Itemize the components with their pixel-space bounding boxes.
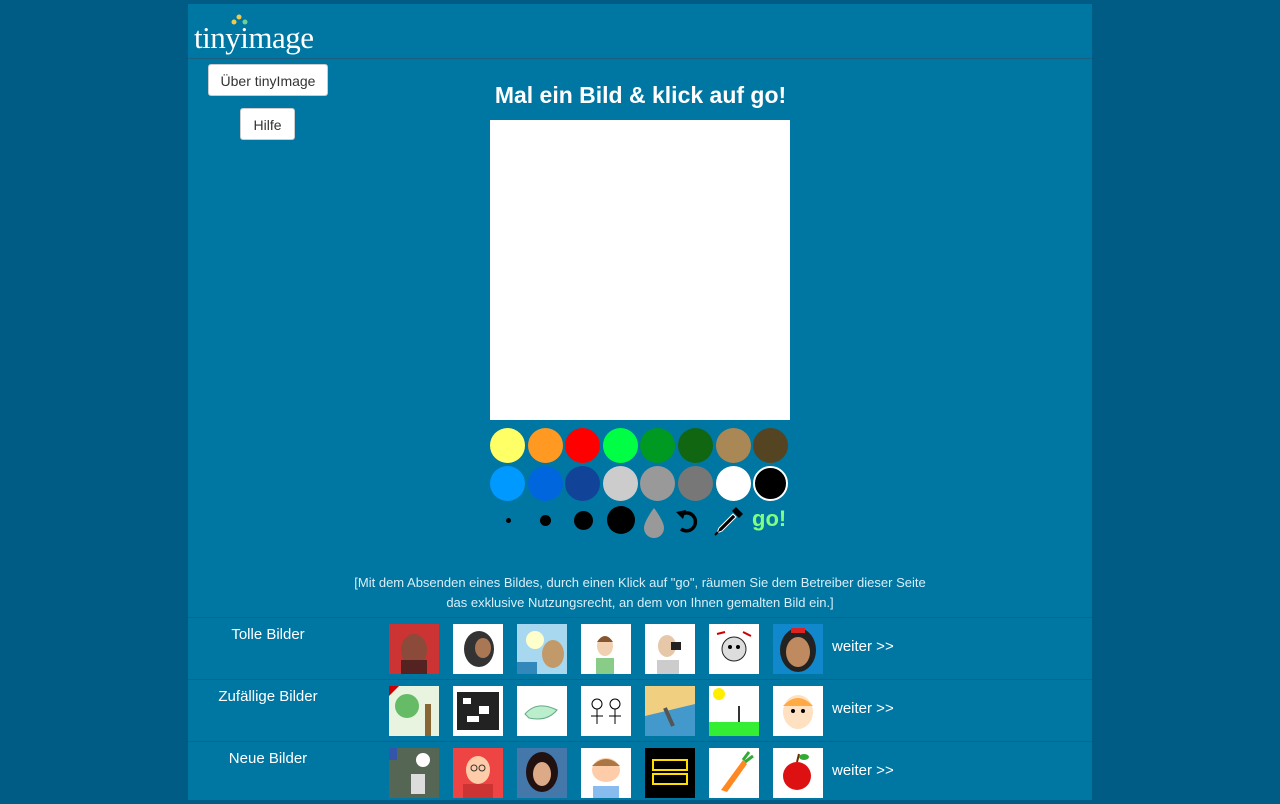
logo[interactable]: tinyimage <box>194 14 324 54</box>
thumbnail[interactable] <box>453 748 503 798</box>
thumbnail[interactable] <box>645 748 695 798</box>
color-swatch[interactable] <box>490 428 525 463</box>
about-button[interactable]: Über tinyImage <box>208 64 328 96</box>
thumbnail[interactable] <box>517 748 567 798</box>
thumbnail[interactable] <box>773 624 823 674</box>
brush-size-4[interactable] <box>607 506 635 534</box>
thumbnail[interactable] <box>453 624 503 674</box>
color-swatch[interactable] <box>527 428 563 463</box>
help-button[interactable]: Hilfe <box>240 108 295 140</box>
more-link[interactable]: weiter >> <box>832 638 894 655</box>
color-swatch[interactable] <box>753 466 789 501</box>
gallery-row-tolle: Tolle Bilder weiter >> <box>188 617 1092 680</box>
thumbnail[interactable] <box>581 686 631 736</box>
gallery-row-zufaellige: Zufällige Bilder weiter >> <box>188 679 1092 742</box>
brush-size-1[interactable] <box>506 518 511 523</box>
thumbnail[interactable] <box>645 686 695 736</box>
header: tinyimage <box>188 4 1092 59</box>
drawing-canvas[interactable] <box>490 120 790 420</box>
page: tinyimage Über tinyImage Hilfe Mal ein B… <box>188 4 1092 800</box>
more-link[interactable]: weiter >> <box>832 762 894 779</box>
thumbnail[interactable] <box>517 686 567 736</box>
go-button[interactable]: go! <box>752 506 786 532</box>
thumbnail[interactable] <box>517 624 567 674</box>
page-title: Mal ein Bild & klick auf go! <box>494 82 787 108</box>
color-swatch[interactable] <box>602 466 638 501</box>
undo-icon[interactable] <box>675 508 701 539</box>
color-swatch[interactable] <box>527 466 563 501</box>
thumbnail[interactable] <box>581 624 631 674</box>
gallery-title: Zufällige Bilder <box>218 688 318 705</box>
color-swatch[interactable] <box>678 428 713 463</box>
brush-size-3[interactable] <box>574 511 593 530</box>
thumbnail[interactable] <box>389 624 439 674</box>
color-swatch[interactable] <box>715 428 751 463</box>
thumbnail[interactable] <box>709 686 759 736</box>
color-swatch[interactable] <box>565 428 601 463</box>
thumbnail[interactable] <box>389 748 439 798</box>
fill-drop-icon[interactable] <box>642 506 666 543</box>
gallery-title: Neue Bilder <box>228 750 308 767</box>
thumbnail[interactable] <box>709 624 759 674</box>
color-swatch[interactable] <box>602 428 638 463</box>
thumbnail[interactable] <box>709 748 759 798</box>
thumbnail[interactable] <box>581 748 631 798</box>
thumbnail[interactable] <box>453 686 503 736</box>
gallery-title: Tolle Bilder <box>231 626 305 643</box>
brush-size-2[interactable] <box>540 515 551 526</box>
color-swatch[interactable] <box>565 466 601 501</box>
color-swatch[interactable] <box>490 466 525 501</box>
disclaimer-text: [Mit dem Absenden eines Bildes, durch ei… <box>354 575 926 610</box>
thumbnail[interactable] <box>773 686 823 736</box>
logo-text: tinyimage <box>194 20 314 55</box>
color-swatch[interactable] <box>640 428 676 463</box>
gallery-row-neue: Neue Bilder weiter >> <box>188 741 1092 804</box>
color-swatch[interactable] <box>640 466 676 501</box>
thumbnail[interactable] <box>645 624 695 674</box>
more-link[interactable]: weiter >> <box>832 700 894 717</box>
color-swatch[interactable] <box>753 428 789 463</box>
thumbnail[interactable] <box>389 686 439 736</box>
eyedropper-icon[interactable] <box>713 505 745 542</box>
color-swatch[interactable] <box>678 466 713 501</box>
color-swatch[interactable] <box>715 466 751 501</box>
thumbnail[interactable] <box>773 748 823 798</box>
